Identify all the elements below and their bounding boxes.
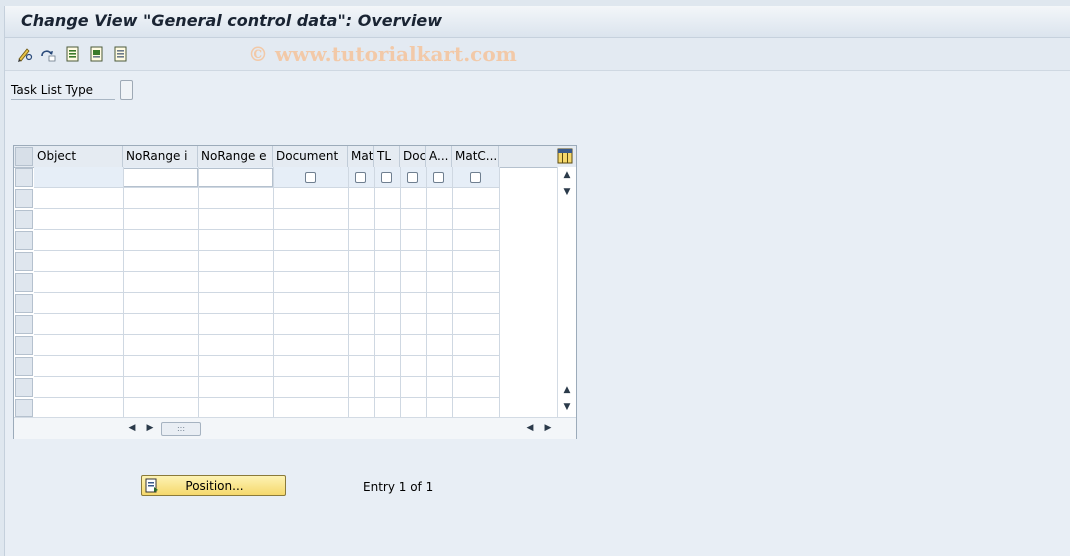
scroll-right-icon[interactable]: ▶	[539, 423, 557, 433]
col-header-tl[interactable]: TL	[374, 146, 400, 167]
position-button-label: Position...	[185, 479, 244, 493]
col-header-norange-e[interactable]: NoRange e	[198, 146, 273, 167]
table-row	[34, 314, 499, 335]
col-header-object[interactable]: Object	[34, 146, 123, 167]
document-checkbox[interactable]	[305, 172, 316, 183]
table-row	[34, 356, 499, 377]
display-change-icon[interactable]	[17, 46, 33, 62]
vertical-scrollbar[interactable]: ▲ ▼ ▲ ▼	[557, 167, 576, 417]
row-selector[interactable]	[15, 168, 33, 187]
column-divider	[198, 167, 199, 417]
row-selector[interactable]	[15, 210, 33, 229]
watermark: © www.tutorialkart.com	[248, 42, 517, 66]
other-view-icon[interactable]	[40, 46, 56, 62]
select-all-icon[interactable]	[65, 46, 81, 62]
column-divider	[123, 167, 124, 417]
row-selector[interactable]	[15, 336, 33, 355]
row-selector[interactable]	[15, 378, 33, 397]
table-row	[34, 335, 499, 356]
row-selector[interactable]	[15, 357, 33, 376]
task-list-type-input[interactable]	[120, 80, 133, 100]
col-header-doc[interactable]: Doc	[400, 146, 426, 167]
table-row	[34, 398, 499, 419]
column-divider	[400, 167, 401, 417]
table-row	[34, 230, 499, 251]
entry-count: Entry 1 of 1	[363, 480, 434, 494]
col-header-document[interactable]: Document	[273, 146, 348, 167]
column-divider	[374, 167, 375, 417]
horizontal-scrollbar[interactable]: ◀ ▶ ::: ◀ ▶	[14, 417, 576, 439]
matc-checkbox[interactable]	[470, 172, 481, 183]
column-divider	[499, 167, 500, 417]
table-row	[34, 377, 499, 398]
column-divider	[348, 167, 349, 417]
col-header-mat[interactable]: Mat	[348, 146, 374, 167]
scroll-up-icon[interactable]: ▲	[558, 385, 576, 395]
row-selector[interactable]	[15, 399, 33, 417]
row-selector[interactable]	[15, 273, 33, 292]
doc-checkbox[interactable]	[407, 172, 418, 183]
page-title: Change View "General control data": Over…	[21, 11, 443, 30]
table-row	[34, 188, 499, 209]
table-settings-icon[interactable]	[557, 148, 573, 164]
column-divider	[452, 167, 453, 417]
mat-checkbox[interactable]	[355, 172, 366, 183]
scroll-down-icon[interactable]: ▼	[558, 402, 576, 412]
position-button[interactable]: Position...	[141, 475, 286, 496]
table-row	[34, 272, 499, 293]
task-list-type-label: Task List Type	[11, 83, 115, 100]
application-toolbar: © www.tutorialkart.com	[5, 38, 1070, 71]
norange-e-input[interactable]	[198, 168, 273, 187]
row-selector[interactable]	[15, 189, 33, 208]
table-header: Object NoRange i NoRange e Document Mat …	[14, 146, 576, 168]
scroll-right-icon[interactable]: ▶	[141, 423, 159, 433]
col-header-a[interactable]: A...	[426, 146, 452, 167]
select-all-rows-button[interactable]	[15, 147, 33, 166]
column-divider	[426, 167, 427, 417]
row-selector[interactable]	[15, 315, 33, 334]
a-checkbox[interactable]	[433, 172, 444, 183]
table-row	[34, 167, 499, 188]
scroll-left-icon[interactable]: ◀	[521, 423, 539, 433]
scroll-down-icon[interactable]: ▼	[558, 187, 576, 197]
tl-checkbox[interactable]	[381, 172, 392, 183]
scroll-up-icon[interactable]: ▲	[558, 170, 576, 180]
title-bar: Change View "General control data": Over…	[5, 6, 1070, 38]
deselect-all-icon[interactable]	[113, 46, 129, 62]
norange-i-input[interactable]	[123, 168, 198, 187]
row-selector[interactable]	[15, 252, 33, 271]
table-control: Object NoRange i NoRange e Document Mat …	[13, 145, 577, 439]
scroll-thumb[interactable]: :::	[161, 422, 201, 436]
scroll-left-icon[interactable]: ◀	[123, 423, 141, 433]
table-row	[34, 293, 499, 314]
col-header-matc[interactable]: MatC...	[452, 146, 499, 167]
col-header-norange-i[interactable]: NoRange i	[123, 146, 198, 167]
row-selector[interactable]	[15, 231, 33, 250]
main-window: Change View "General control data": Over…	[4, 6, 1070, 556]
row-selector[interactable]	[15, 294, 33, 313]
table-row	[34, 209, 499, 230]
table-row	[34, 251, 499, 272]
select-block-icon[interactable]	[89, 46, 105, 62]
column-divider	[273, 167, 274, 417]
